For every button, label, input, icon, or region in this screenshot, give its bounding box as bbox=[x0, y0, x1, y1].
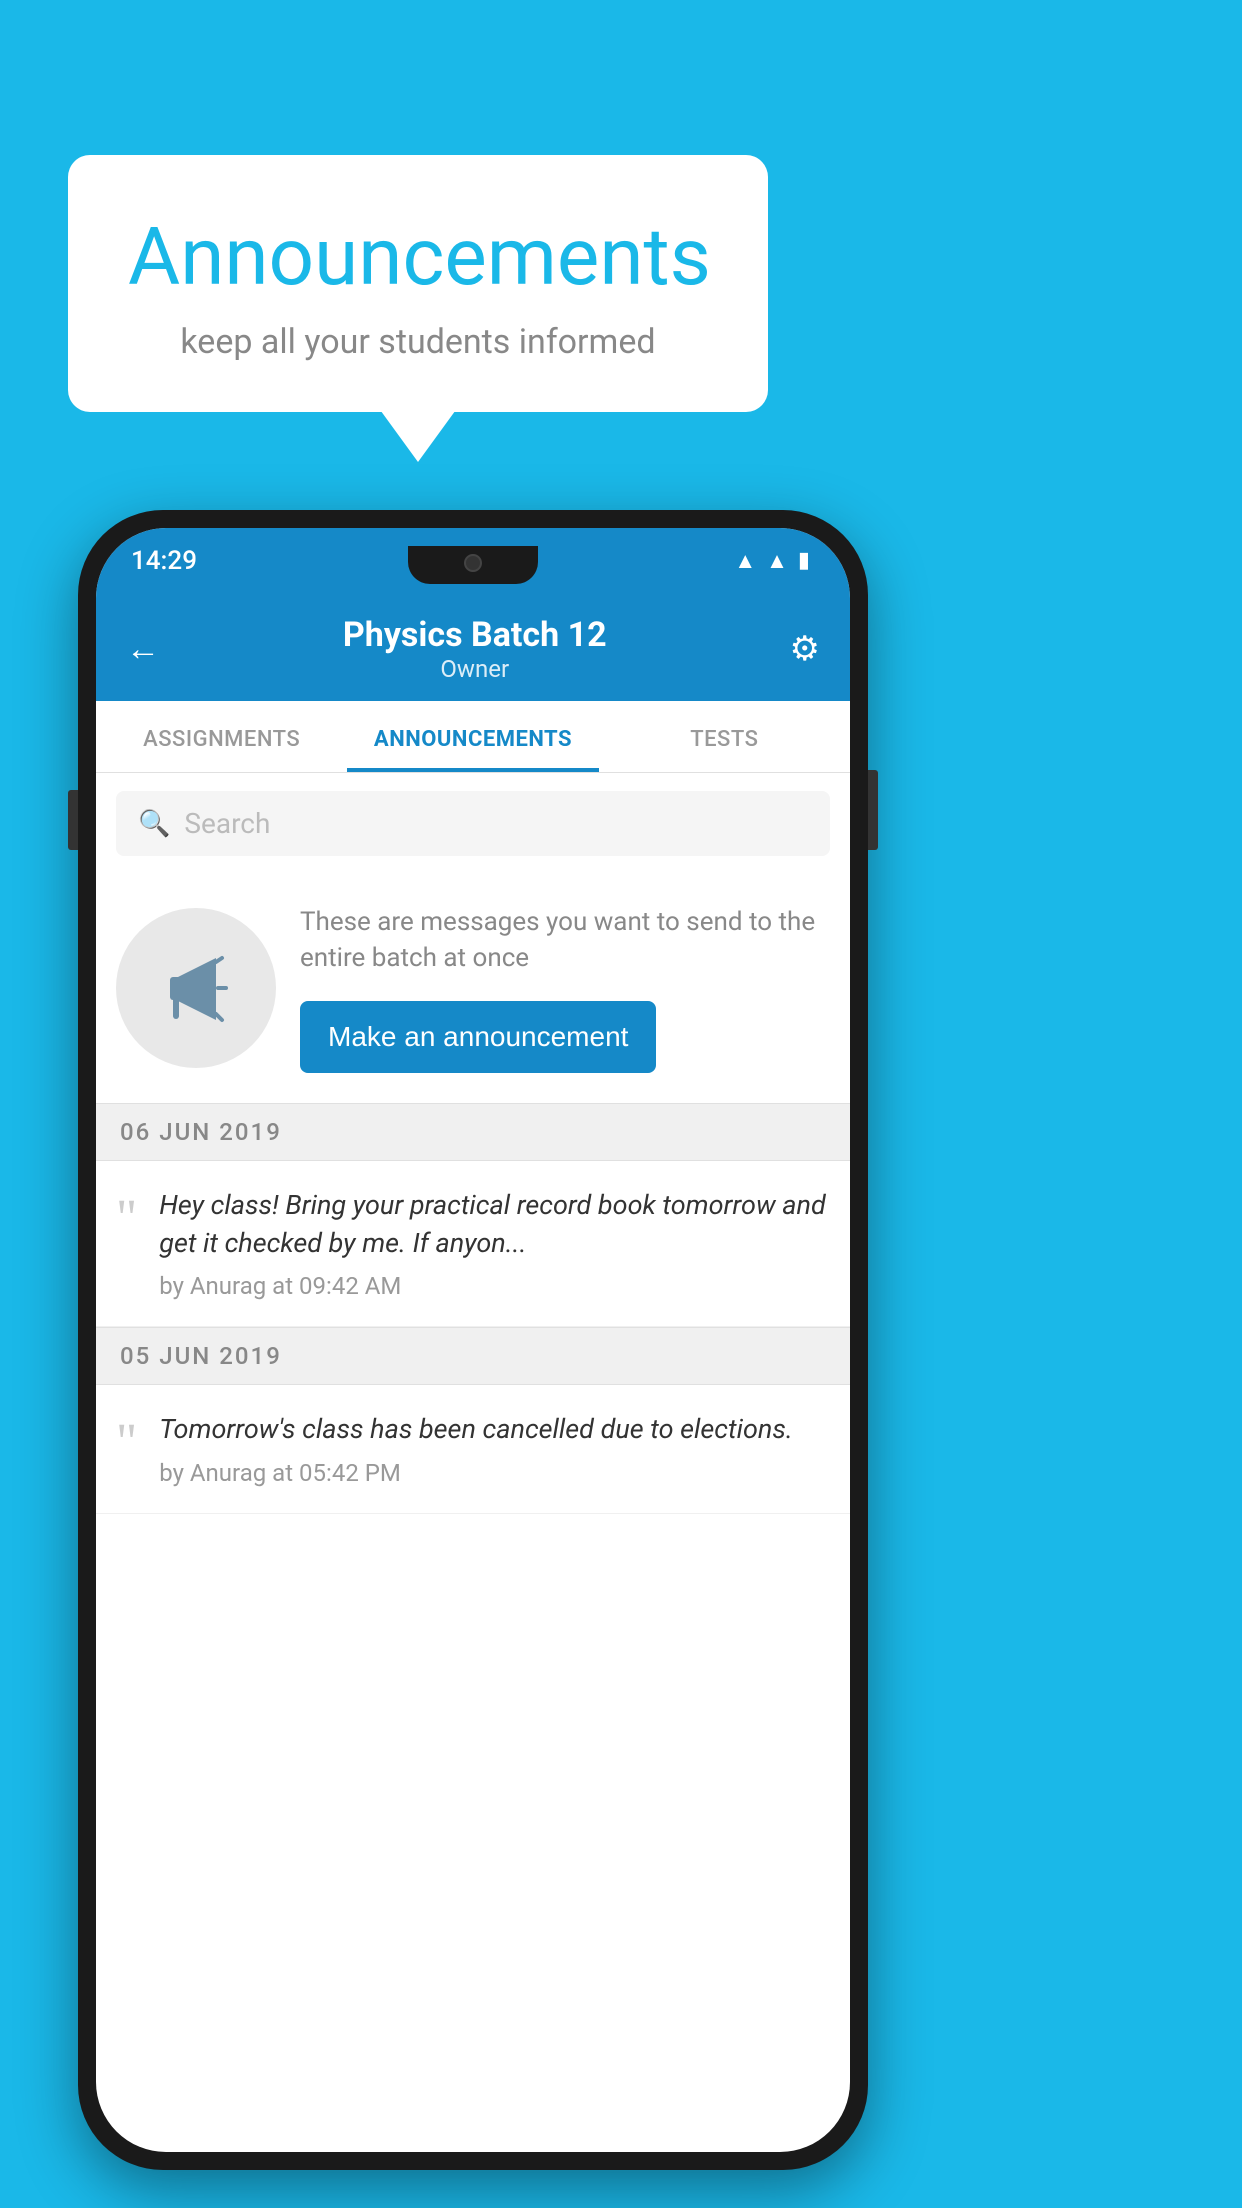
side-button-right bbox=[868, 770, 878, 850]
back-button[interactable]: ← bbox=[126, 629, 160, 669]
speech-bubble: Announcements keep all your students inf… bbox=[68, 155, 768, 412]
phone-mockup: 14:29 ▲ ▲ ▮ ← Physics Batch 12 Owner ⚙ bbox=[78, 510, 868, 2170]
header-center: Physics Batch 12 Owner bbox=[343, 615, 607, 683]
announcement-meta-2: by Anurag at 05:42 PM bbox=[159, 1459, 830, 1487]
announcement-item-2[interactable]: " Tomorrow's class has been cancelled du… bbox=[96, 1385, 850, 1514]
search-bar[interactable]: 🔍 Search bbox=[116, 791, 830, 856]
megaphone-icon bbox=[156, 948, 236, 1028]
quote-icon-2: " bbox=[116, 1417, 137, 1469]
promo-description: These are messages you want to send to t… bbox=[300, 904, 830, 977]
battery-icon: ▮ bbox=[798, 548, 810, 573]
announcement-item-1[interactable]: " Hey class! Bring your practical record… bbox=[96, 1161, 850, 1328]
signal-icon: ▲ bbox=[766, 548, 788, 574]
search-input[interactable]: Search bbox=[184, 807, 270, 840]
promo-icon-circle bbox=[116, 908, 276, 1068]
search-icon: 🔍 bbox=[138, 809, 170, 839]
header-subtitle: Owner bbox=[343, 655, 607, 683]
speech-bubble-container: Announcements keep all your students inf… bbox=[68, 155, 768, 412]
header-title: Physics Batch 12 bbox=[343, 615, 607, 655]
speech-bubble-subtitle: keep all your students informed bbox=[128, 322, 708, 362]
date-separator-1: 06 JUN 2019 bbox=[96, 1103, 850, 1161]
phone-screen: 14:29 ▲ ▲ ▮ ← Physics Batch 12 Owner ⚙ bbox=[96, 528, 850, 2152]
phone-notch bbox=[408, 546, 538, 584]
status-icons: ▲ ▲ ▮ bbox=[734, 548, 810, 574]
announcement-content-2: Tomorrow's class has been cancelled due … bbox=[159, 1411, 830, 1487]
settings-icon[interactable]: ⚙ bbox=[790, 629, 820, 669]
tab-announcements[interactable]: ANNOUNCEMENTS bbox=[347, 701, 598, 772]
promo-content: These are messages you want to send to t… bbox=[300, 904, 830, 1073]
quote-icon-1: " bbox=[116, 1193, 137, 1245]
speech-bubble-title: Announcements bbox=[128, 210, 708, 304]
wifi-icon: ▲ bbox=[734, 548, 756, 574]
tab-tests[interactable]: TESTS bbox=[599, 701, 850, 772]
make-announcement-button[interactable]: Make an announcement bbox=[300, 1001, 656, 1073]
announcement-text-1: Hey class! Bring your practical record b… bbox=[159, 1187, 830, 1263]
promo-card: These are messages you want to send to t… bbox=[96, 874, 850, 1103]
date-separator-2: 05 JUN 2019 bbox=[96, 1327, 850, 1385]
status-time: 14:29 bbox=[131, 546, 197, 576]
front-camera bbox=[464, 554, 482, 572]
tab-assignments[interactable]: ASSIGNMENTS bbox=[96, 701, 347, 772]
search-container: 🔍 Search bbox=[96, 773, 850, 874]
announcement-content-1: Hey class! Bring your practical record b… bbox=[159, 1187, 830, 1301]
app-header: ← Physics Batch 12 Owner ⚙ bbox=[96, 593, 850, 701]
announcement-meta-1: by Anurag at 09:42 AM bbox=[159, 1272, 830, 1300]
side-button-left bbox=[68, 790, 78, 850]
tabs-bar: ASSIGNMENTS ANNOUNCEMENTS TESTS bbox=[96, 701, 850, 773]
phone-outer: 14:29 ▲ ▲ ▮ ← Physics Batch 12 Owner ⚙ bbox=[78, 510, 868, 2170]
announcement-text-2: Tomorrow's class has been cancelled due … bbox=[159, 1411, 830, 1449]
